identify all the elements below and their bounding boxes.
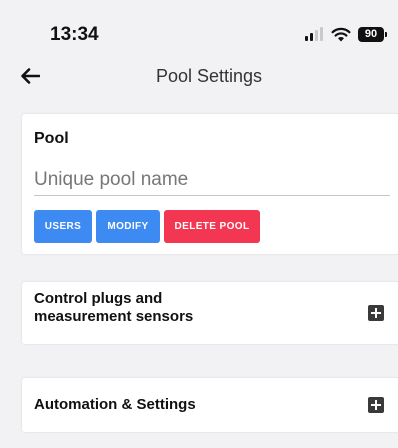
pool-card: Pool USERS MODIFY DELETE POOL [22,114,398,254]
pool-card-title: Pool [34,130,69,147]
battery-icon: 90 [358,26,387,42]
modify-button[interactable]: MODIFY [96,210,160,243]
delete-pool-button[interactable]: DELETE POOL [164,210,260,243]
status-time: 13:34 [50,24,99,45]
pool-settings-screen: 13:34 90 Pool Settings Pool Unique pool … [0,0,398,448]
status-bar: 13:34 90 [0,0,398,56]
pool-name-input[interactable] [34,164,390,196]
plus-square-icon[interactable] [368,305,384,321]
page-title: Pool Settings [155,66,263,86]
control-plugs-title-line-1: Control plugs and [34,290,163,307]
control-plugs-section[interactable]: Control plugs and measurement sensors [22,282,398,344]
plus-square-icon[interactable] [368,397,384,413]
cellular-signal-icon [305,27,323,41]
status-icons: 90 [305,24,387,44]
wifi-icon [331,27,351,42]
automation-settings-section[interactable]: Automation & Settings [22,378,398,432]
page-header: Pool Settings [0,56,398,96]
pool-actions: USERS MODIFY DELETE POOL [34,210,260,243]
control-plugs-section-title: Control plugs and measurement sensors [34,290,193,326]
users-button[interactable]: USERS [34,210,92,243]
control-plugs-title-line-2: measurement sensors [34,308,194,325]
automation-settings-section-title: Automation & Settings [34,396,196,413]
